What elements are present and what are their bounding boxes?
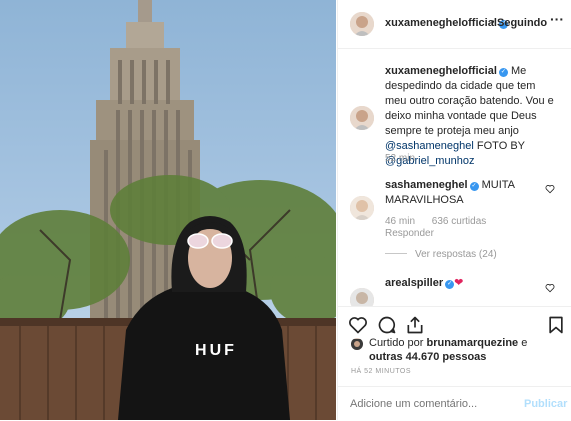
likes-user[interactable]: brunamarquezine [426,337,518,349]
post-side-panel: xuxameneghelofficial ✓ • Seguindo ··· xux… [337,0,571,420]
comment-username[interactable]: sashameneghel [385,179,468,191]
caption-mention-sasha[interactable]: @sashameneghel [385,140,474,152]
view-replies-label[interactable]: Ver respostas (24) [415,249,497,260]
bookmark-icon[interactable] [546,315,566,335]
caption-avatar[interactable] [350,106,374,130]
comment-avatar-sasha[interactable] [350,196,374,220]
liked-by-avatar[interactable] [351,338,363,350]
comment-meta: 46 min 636 curtidas [385,216,486,227]
comment-arealspiller: arealspiller ✓ ❤ [385,276,555,291]
comment-text: ❤ [454,277,464,289]
comment-sasha: sashameneghel ✓ MUITA MARAVILHOSA [385,178,555,208]
reply-button[interactable]: Responder [385,228,434,239]
likes-summary: Curtido por brunamarquezine e outras 44.… [369,336,564,364]
verified-badge-icon: ✓ [498,68,508,77]
photo-illustration: HUF [0,0,336,420]
view-replies-button[interactable]: Ver respostas (24) [385,249,497,260]
comment-icon[interactable] [377,315,397,335]
caption-age[interactable]: 52 min [385,153,415,164]
more-options-icon[interactable]: ··· [550,11,564,27]
likes-others[interactable]: outras 44.670 pessoas [369,351,486,363]
post-photo[interactable]: HUF [0,0,336,420]
share-icon[interactable] [405,315,425,335]
publish-button[interactable]: Publicar [524,398,567,410]
comment-likes[interactable]: 636 curtidas [432,216,486,227]
likes-prefix: Curtido por [369,337,424,349]
comment-like-heart-icon[interactable] [545,184,555,194]
post-header: xuxameneghelofficial ✓ • Seguindo ··· [338,0,571,49]
heart-icon[interactable] [348,315,368,335]
following-button[interactable]: Seguindo [497,17,547,29]
add-comment-bar: Publicar [338,386,571,421]
author-username[interactable]: xuxameneghelofficial ✓ [385,17,508,29]
verified-badge-icon: ✓ [445,280,455,289]
likes-middle: e [521,337,528,349]
comment-age[interactable]: 46 min [385,216,415,227]
header-separator: • [491,17,495,28]
post-timestamp[interactable]: HÁ 52 MINUTOS [351,368,411,375]
instagram-post: HUF xuxameneghelofficial ✓ • Seguindo ···… [0,0,571,420]
verified-badge-icon: ✓ [469,182,479,191]
author-avatar[interactable] [350,12,374,36]
comment-like-heart-icon[interactable] [545,283,555,293]
replies-divider [385,253,407,254]
shirt-logo-text: HUF [195,342,237,359]
caption-username[interactable]: xuxameneghelofficial [385,65,497,77]
author-username-text[interactable]: xuxameneghelofficial [385,17,497,29]
comment-username[interactable]: arealspiller [385,277,443,289]
comment-input[interactable] [350,398,500,410]
caption-body-2: FOTO BY [476,140,525,152]
